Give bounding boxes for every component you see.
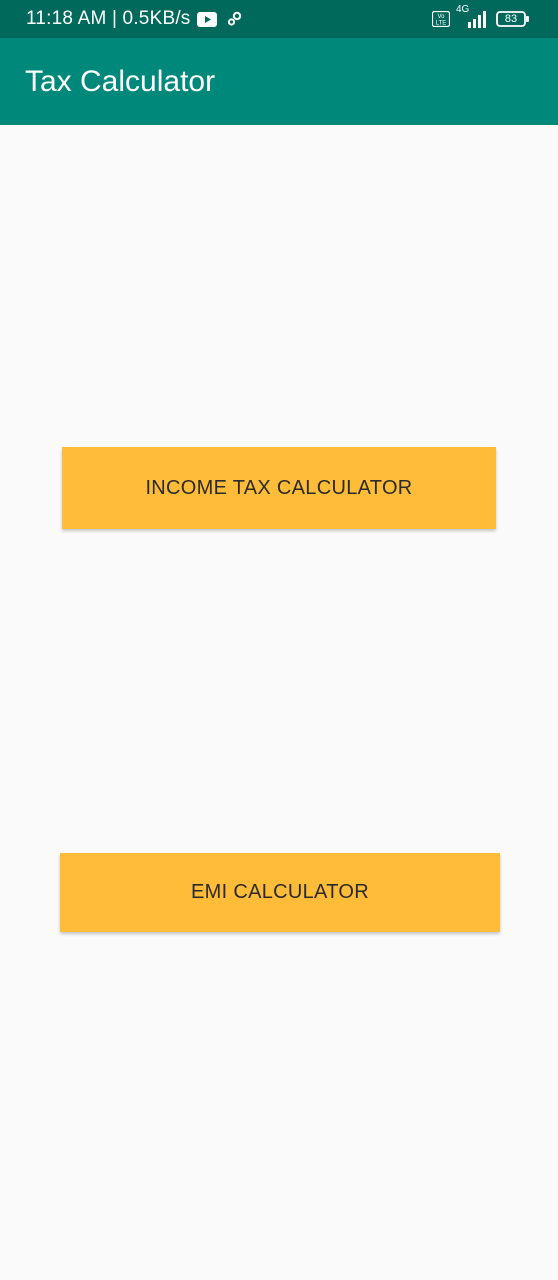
signal-icon: 4G [456, 4, 486, 28]
status-bar: 11:18 AM | 0.5KB/s Vo LTE 4G 83 [0, 0, 558, 38]
main-content: INCOME TAX CALCULATOR EMI CALCULATOR [0, 125, 558, 1280]
svg-text:Vo: Vo [437, 14, 445, 20]
youtube-icon [196, 11, 217, 27]
volte-icon: Vo LTE [432, 11, 450, 27]
page-title: Tax Calculator [25, 64, 216, 98]
settings-sync-icon [227, 11, 243, 27]
status-right: Vo LTE 4G 83 [426, 0, 530, 38]
income-tax-calculator-button[interactable]: INCOME TAX CALCULATOR [62, 447, 496, 529]
emi-calculator-button[interactable]: EMI CALCULATOR [60, 853, 500, 932]
status-time-speed: 11:18 AM | 0.5KB/s [26, 8, 191, 29]
network-type-label: 4G [456, 4, 470, 15]
battery-level: 83 [504, 13, 518, 25]
battery-icon: 83 [496, 11, 530, 27]
svg-text:LTE: LTE [436, 21, 447, 27]
app-bar: Tax Calculator [0, 38, 558, 125]
status-left: 11:18 AM | 0.5KB/s [26, 0, 243, 38]
